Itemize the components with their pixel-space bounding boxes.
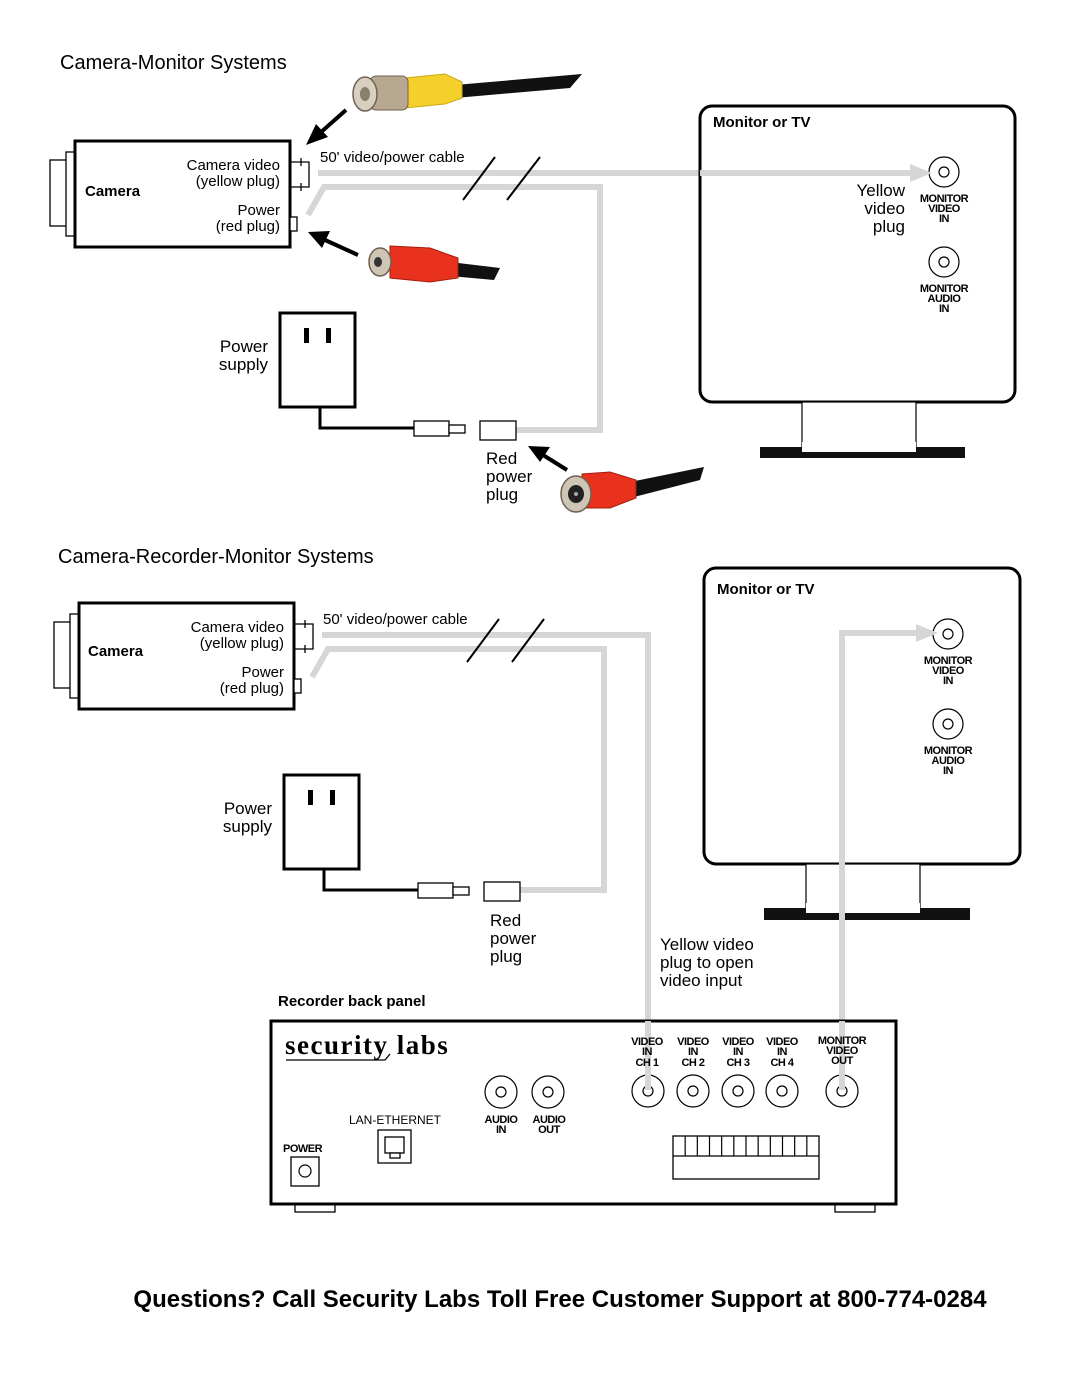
s1-camera-name: Camera: [85, 183, 141, 200]
footer-support-text: Questions? Call Security Labs Toll Free …: [133, 1286, 987, 1313]
recorder-audio-out-label-2: OUT: [538, 1124, 561, 1136]
s1-video-label-2: (yellow plug): [196, 173, 280, 190]
s2-camera-lens: [53, 621, 73, 689]
s2-power-port: [293, 678, 302, 694]
s1-power-supply-body: [278, 311, 357, 409]
s2-power-supply-body: [282, 773, 361, 871]
s1-cable-label: 50' video/power cable: [320, 149, 465, 166]
s1-audio-in-label-3: IN: [939, 303, 950, 315]
s1-supply-plug: [413, 420, 450, 437]
s2-red-power-plug-label: Red: [490, 911, 521, 930]
s1-plug-label-3: plug: [873, 217, 905, 236]
s2-red-power-plug-label-2: power: [490, 929, 537, 948]
s2-power-label: Power: [241, 664, 284, 681]
s2-prong-2: [330, 790, 335, 805]
s2-cable-label: 50' video/power cable: [323, 611, 468, 628]
ch4-jack-center: [776, 1085, 788, 1097]
s2-break-mark-1: [466, 618, 500, 663]
s2-camera-name: Camera: [88, 643, 144, 660]
s2-yellow-note: Yellow video: [660, 935, 754, 954]
recorder-audio-in-label-2: IN: [496, 1124, 507, 1136]
s2-power-label-2: (red plug): [220, 680, 284, 697]
s1-monitor-title: Monitor or TV: [713, 114, 811, 131]
section2-title: Camera-Recorder-Monitor Systems: [58, 546, 374, 568]
s2-video-label-2: (yellow plug): [200, 635, 284, 652]
s2-yellow-note-2: plug to open: [660, 953, 754, 972]
s1-power-label: Power: [237, 202, 280, 219]
s1-yellow-bnc-plug-icon: [352, 73, 582, 112]
s2-red-power-socket: [483, 881, 521, 902]
s1-red-power-plug-icon: [560, 467, 704, 513]
recorder-lan-label: LAN-ETHERNET: [349, 1113, 442, 1127]
s1-prong-1: [304, 328, 309, 343]
s2-power-supply-label: Power: [224, 799, 273, 818]
s1-video-in-label-3: IN: [939, 213, 950, 225]
s1-plug-label-2: video: [864, 199, 905, 218]
s1-monitor: [698, 104, 1017, 458]
s1-red-power-plug-label-3: plug: [486, 485, 518, 504]
s1-power-supply: [278, 311, 517, 441]
s2-audio-in-label-3: IN: [943, 765, 954, 777]
recorder-power-label: POWER: [283, 1143, 323, 1155]
s1-power-supply-label-2: supply: [219, 355, 269, 374]
ch2-label-3: CH 2: [681, 1057, 704, 1069]
s2-break-mark-2: [511, 618, 545, 663]
s2-video-port: [294, 623, 314, 650]
section1-title: Camera-Monitor Systems: [60, 52, 287, 74]
s2-video-in-label-3: IN: [943, 675, 954, 687]
s1-red-power-plug-label: Red: [486, 449, 517, 468]
ch3-jack-center: [732, 1085, 744, 1097]
s1-arrow-video: [306, 108, 348, 145]
s1-power-port: [289, 216, 298, 232]
s2-monitor-body: [702, 566, 1022, 866]
s1-power-supply-label: Power: [220, 337, 269, 356]
ch1-label-3: CH 1: [635, 1057, 658, 1069]
s2-power-supply: [282, 773, 521, 902]
s1-break-mark-1: [462, 156, 496, 201]
s2-video-label: Camera video: [191, 619, 284, 636]
s1-red-power-socket: [479, 420, 517, 441]
s2-power-supply-label-2: supply: [223, 817, 273, 836]
s2-yellow-note-3: video input: [660, 971, 743, 990]
ch4-label-3: CH 4: [770, 1057, 794, 1069]
ch2-jack-center: [687, 1085, 699, 1097]
s2-prong-1: [308, 790, 313, 805]
s1-arrow-red-plug: [528, 446, 569, 472]
s1-break-mark-2: [506, 156, 541, 201]
s1-arrow-power: [308, 231, 359, 257]
recorder-panel-label: Recorder back panel: [278, 993, 426, 1010]
recorder-brand-logo: security labs: [285, 1030, 449, 1060]
s1-plug-label: Yellow: [856, 181, 905, 200]
s2-monitor: [702, 566, 1022, 920]
s1-red-plug-icon: [368, 245, 500, 283]
s1-prong-2: [326, 328, 331, 343]
s2-monitor-title: Monitor or TV: [717, 581, 815, 598]
s1-camera-lens: [49, 159, 69, 227]
monitor-out-label-3: OUT: [831, 1055, 854, 1067]
s1-red-power-plug-label-2: power: [486, 467, 533, 486]
s1-monitor-body: [698, 104, 1017, 404]
s1-power-label-2: (red plug): [216, 218, 280, 235]
s2-supply-plug: [417, 882, 454, 899]
s2-red-power-plug-label-3: plug: [490, 947, 522, 966]
s1-video-port: [290, 161, 310, 188]
ch3-label-3: CH 3: [726, 1057, 749, 1069]
wiring-diagram: Camera-Monitor Systems 50' video/power c…: [49, 52, 1022, 1313]
s1-video-label: Camera video: [187, 157, 280, 174]
